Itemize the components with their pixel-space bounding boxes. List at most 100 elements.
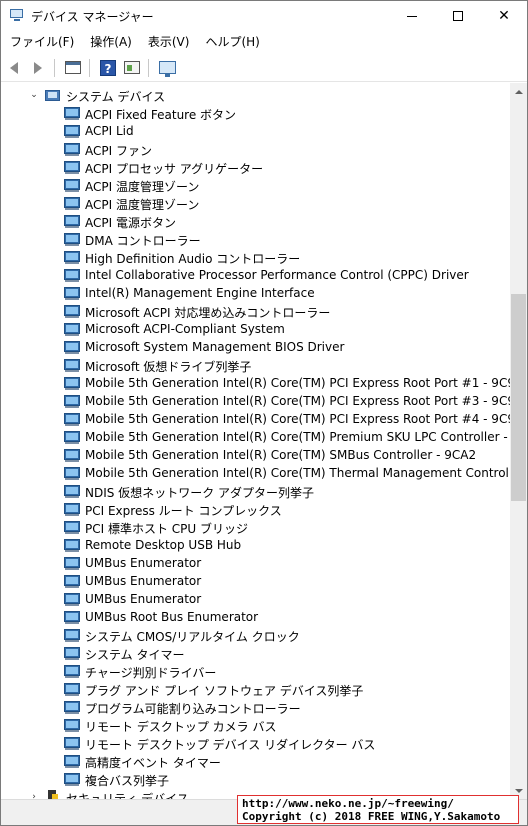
system-device-icon xyxy=(64,286,81,300)
device-label: ACPI 温度管理ゾーン xyxy=(85,198,200,212)
chevron-right-icon[interactable]: › xyxy=(29,792,39,799)
scrollbar-thumb[interactable] xyxy=(511,294,526,501)
back-button[interactable] xyxy=(3,57,25,79)
tree-device-item[interactable]: UMBus Enumerator xyxy=(1,554,509,572)
system-device-icon xyxy=(64,268,81,282)
device-label: Intel Collaborative Processor Performanc… xyxy=(85,268,469,282)
system-device-icon xyxy=(64,484,81,498)
tree-device-item[interactable]: Mobile 5th Generation Intel(R) Core(TM) … xyxy=(1,464,511,482)
maximize-icon xyxy=(453,11,463,21)
tree-device-item[interactable]: PCI Express ルート コンプレックス xyxy=(1,500,509,518)
menu-action[interactable]: 操作(A) xyxy=(82,32,140,52)
tree-device-item[interactable]: Remote Desktop USB Hub xyxy=(1,536,509,554)
menu-help[interactable]: ヘルプ(H) xyxy=(197,32,267,52)
tree-device-item[interactable]: チャージ判別ドライバー xyxy=(1,662,509,680)
device-label: リモート デスクトップ カメラ バス xyxy=(85,720,277,734)
device-label: Mobile 5th Generation Intel(R) Core(TM) … xyxy=(85,466,511,480)
tree-device-item[interactable]: Mobile 5th Generation Intel(R) Core(TM) … xyxy=(1,392,511,410)
tree-device-item[interactable]: Microsoft ACPI 対応埋め込みコントローラー xyxy=(1,302,509,320)
system-device-icon xyxy=(64,214,81,228)
device-label: プラグ アンド プレイ ソフトウェア デバイス列挙子 xyxy=(85,684,364,698)
device-manager-window: デバイス マネージャー ✕ ファイル(F) 操作(A) 表示(V) ヘルプ(H)… xyxy=(0,0,528,826)
help-icon: ? xyxy=(100,59,116,76)
title-bar[interactable]: デバイス マネージャー ✕ xyxy=(1,1,527,31)
system-device-icon xyxy=(64,628,81,642)
system-device-icon xyxy=(64,430,81,444)
tree-category-system-devices[interactable]: ⌄ システム デバイス xyxy=(1,86,509,104)
device-label: プログラム可能割り込みコントローラー xyxy=(85,702,301,716)
tree-device-item[interactable]: Mobile 5th Generation Intel(R) Core(TM) … xyxy=(1,410,511,428)
system-device-icon xyxy=(64,124,81,138)
menu-view[interactable]: 表示(V) xyxy=(140,32,198,52)
system-device-icon xyxy=(64,376,81,390)
tree-device-item[interactable]: リモート デスクトップ カメラ バス xyxy=(1,716,509,734)
back-icon xyxy=(10,61,18,74)
system-device-icon xyxy=(64,502,81,516)
tree-device-item[interactable]: プログラム可能割り込みコントローラー xyxy=(1,698,509,716)
device-label: PCI 標準ホスト CPU ブリッジ xyxy=(85,522,248,536)
toolbar-separator xyxy=(148,58,149,77)
tree-device-item[interactable]: Mobile 5th Generation Intel(R) Core(TM) … xyxy=(1,446,509,464)
device-label: NDIS 仮想ネットワーク アダプター列挙子 xyxy=(85,486,315,500)
view-icon xyxy=(124,61,140,74)
tree-device-item[interactable]: リモート デスクトップ デバイス リダイレクター バス xyxy=(1,734,509,752)
tree-device-item[interactable]: ACPI 温度管理ゾーン xyxy=(1,176,509,194)
tree-device-item[interactable]: ACPI 電源ボタン xyxy=(1,212,509,230)
device-label: ACPI プロセッサ アグリゲーター xyxy=(85,162,264,176)
tree-device-item[interactable]: Intel(R) Management Engine Interface xyxy=(1,284,509,302)
scroll-up-button[interactable] xyxy=(510,83,527,100)
tree-device-item[interactable]: Microsoft System Management BIOS Driver xyxy=(1,338,509,356)
tree-device-item[interactable]: 高精度イベント タイマー xyxy=(1,752,509,770)
tree-device-item[interactable]: Microsoft 仮想ドライブ列挙子 xyxy=(1,356,509,374)
view-button[interactable] xyxy=(121,57,143,79)
device-label: UMBus Enumerator xyxy=(85,556,202,570)
tree-device-item[interactable]: PCI 標準ホスト CPU ブリッジ xyxy=(1,518,509,536)
close-button[interactable]: ✕ xyxy=(481,1,527,31)
device-label: Intel(R) Management Engine Interface xyxy=(85,286,315,300)
device-label: Microsoft ACPI-Compliant System xyxy=(85,322,285,336)
tree-device-item[interactable]: UMBus Root Bus Enumerator xyxy=(1,608,509,626)
tree-device-item[interactable]: NDIS 仮想ネットワーク アダプター列挙子 xyxy=(1,482,509,500)
system-device-icon xyxy=(64,304,81,318)
tree-device-item[interactable]: ACPI ファン xyxy=(1,140,509,158)
maximize-button[interactable] xyxy=(435,1,481,31)
tree-device-item[interactable]: ACPI 温度管理ゾーン xyxy=(1,194,509,212)
chevron-down-icon xyxy=(514,788,523,793)
forward-button[interactable] xyxy=(27,57,49,79)
tree-device-item[interactable]: UMBus Enumerator xyxy=(1,590,509,608)
menu-file[interactable]: ファイル(F) xyxy=(1,32,82,52)
tree-device-item[interactable]: ACPI Lid xyxy=(1,122,509,140)
tree-device-item[interactable]: ACPI Fixed Feature ボタン xyxy=(1,104,509,122)
tree-device-item[interactable]: プラグ アンド プレイ ソフトウェア デバイス列挙子 xyxy=(1,680,509,698)
system-device-icon xyxy=(64,664,81,678)
tree-device-item[interactable]: Intel Collaborative Processor Performanc… xyxy=(1,266,509,284)
device-tree[interactable]: ⌄ システム デバイス ACPI Fixed Feature ボタン ACPI L… xyxy=(1,83,511,799)
tree-device-item[interactable]: Microsoft ACPI-Compliant System xyxy=(1,320,509,338)
tree-device-item[interactable]: システム CMOS/リアルタイム クロック xyxy=(1,626,509,644)
toolbar-separator xyxy=(89,58,90,77)
tree-device-item[interactable]: システム タイマー xyxy=(1,644,509,662)
category-label: セキュリティ デバイス xyxy=(66,792,189,799)
tree-device-item[interactable]: High Definition Audio コントローラー xyxy=(1,248,509,266)
help-button[interactable]: ? xyxy=(97,57,119,79)
system-device-icon xyxy=(64,592,81,606)
properties-button[interactable] xyxy=(62,57,84,79)
tree-device-item[interactable]: ACPI プロセッサ アグリゲーター xyxy=(1,158,509,176)
vertical-scrollbar[interactable] xyxy=(510,83,527,799)
tree-device-item[interactable]: 複合バス列挙子 xyxy=(1,770,509,788)
tree-device-item[interactable]: Mobile 5th Generation Intel(R) Core(TM) … xyxy=(1,428,511,446)
system-device-icon xyxy=(64,232,81,246)
scan-hardware-button[interactable] xyxy=(156,57,178,79)
minimize-button[interactable] xyxy=(389,1,435,31)
chevron-down-icon[interactable]: ⌄ xyxy=(29,90,39,100)
system-device-icon xyxy=(64,250,81,264)
system-device-icon xyxy=(64,520,81,534)
device-label: Microsoft System Management BIOS Driver xyxy=(85,340,345,354)
minimize-icon xyxy=(407,15,417,17)
properties-icon xyxy=(65,61,81,74)
tree-device-item[interactable]: DMA コントローラー xyxy=(1,230,509,248)
tree-device-item[interactable]: UMBus Enumerator xyxy=(1,572,509,590)
forward-icon xyxy=(34,61,42,74)
system-devices-icon xyxy=(45,88,61,102)
tree-device-item[interactable]: Mobile 5th Generation Intel(R) Core(TM) … xyxy=(1,374,511,392)
